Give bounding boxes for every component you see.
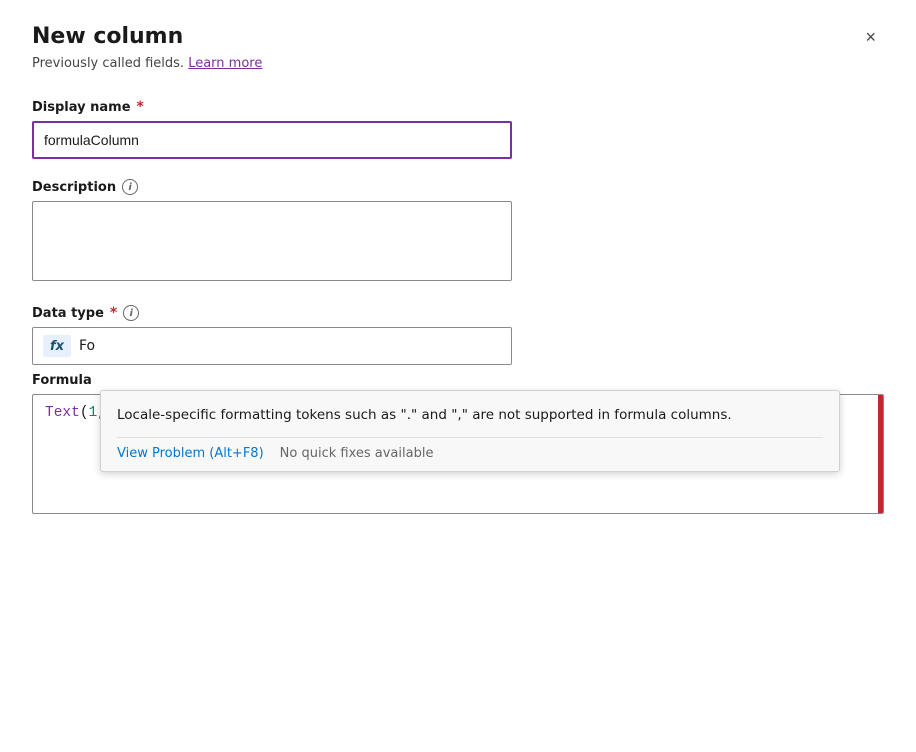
tooltip-actions: View Problem (Alt+F8) No quick fixes ava… <box>117 437 823 471</box>
fx-icon: fx <box>43 335 71 357</box>
display-name-section: Display name * <box>32 99 884 159</box>
dialog-header: New column × <box>32 24 884 50</box>
dialog-title: New column <box>32 24 183 49</box>
required-star: * <box>137 99 144 115</box>
data-type-required-star: * <box>110 305 117 321</box>
view-problem-link[interactable]: View Problem (Alt+F8) <box>117 446 264 461</box>
learn-more-link[interactable]: Learn more <box>188 56 262 71</box>
data-type-info-icon[interactable]: i <box>123 305 139 321</box>
dialog-subtitle: Previously called fields. Learn more <box>32 56 884 71</box>
display-name-label: Display name * <box>32 99 884 115</box>
description-section: Description i <box>32 179 884 285</box>
new-column-dialog: New column × Previously called fields. L… <box>0 0 916 752</box>
close-button[interactable]: × <box>857 24 884 50</box>
description-label: Description i <box>32 179 884 195</box>
description-input[interactable] <box>32 201 512 281</box>
data-type-selector[interactable]: fx Fo <box>32 327 512 365</box>
formula-label: Formula <box>32 373 884 388</box>
description-info-icon[interactable]: i <box>122 179 138 195</box>
tooltip-popup: Locale-specific formatting tokens such a… <box>100 390 840 472</box>
data-type-wrapper: fx Fo <box>32 327 884 365</box>
error-bar <box>878 395 883 513</box>
no-quick-fixes-label: No quick fixes available <box>280 446 434 461</box>
display-name-input[interactable] <box>32 121 512 159</box>
data-type-label: Data type * i <box>32 305 884 321</box>
data-type-section: Data type * i fx Fo <box>32 305 884 365</box>
data-type-value: Fo <box>79 338 95 354</box>
tooltip-message: Locale-specific formatting tokens such a… <box>117 405 823 425</box>
